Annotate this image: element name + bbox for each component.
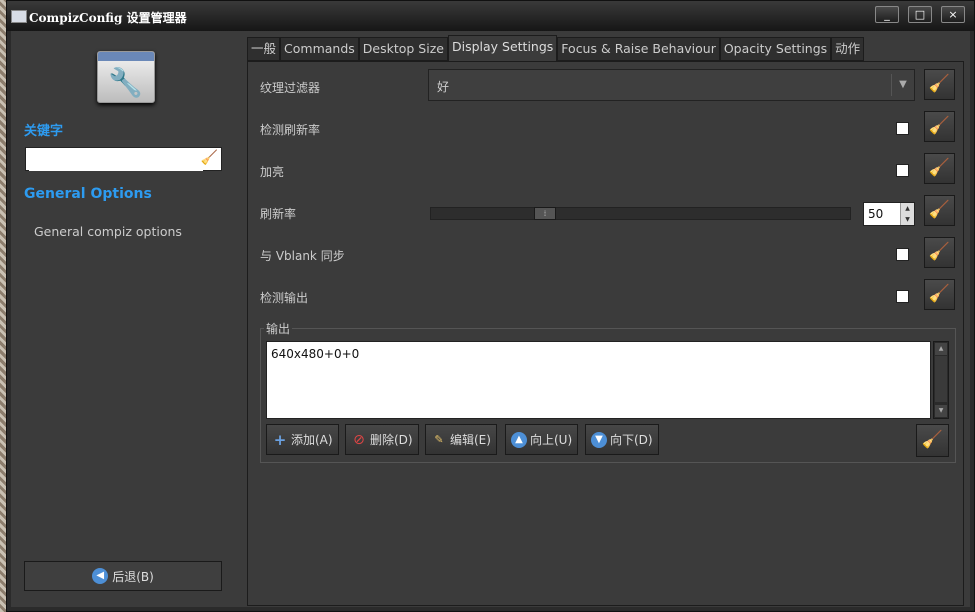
- move-down-button[interactable]: ▼ 向下(D): [585, 424, 659, 455]
- scrollbar-thumb[interactable]: [935, 356, 947, 402]
- app-icon: [11, 10, 27, 23]
- sync-vblank-label: 与 Vblank 同步: [260, 249, 345, 263]
- delete-label: 删除(D): [370, 433, 413, 447]
- back-label: 后退(B): [112, 569, 154, 584]
- texture-filter-select[interactable]: 好 ▼: [428, 69, 915, 101]
- keyword-label: 关键字: [24, 124, 64, 139]
- detect-refresh-label: 检测刷新率: [260, 123, 321, 137]
- move-up-button[interactable]: ▲ 向上(U): [505, 424, 579, 455]
- detect-outputs-checkbox[interactable]: [896, 290, 909, 303]
- no-entry-icon: ⊘: [353, 431, 365, 448]
- outputs-group: 640x480+0+0 ▲ ▼ + 添加(A) ⊘ 删除(D) ✎ 编辑(E) …: [260, 328, 956, 463]
- keyword-search-field[interactable]: 🧹: [25, 147, 222, 171]
- add-label: 添加(A): [291, 433, 333, 447]
- slider-handle[interactable]: ⁞: [534, 207, 556, 220]
- section-title: General Options: [24, 186, 152, 202]
- tab-display-settings[interactable]: Display Settings: [447, 35, 558, 61]
- refresh-rate-value: 50: [868, 207, 884, 221]
- minimize-button[interactable]: _: [875, 6, 899, 23]
- display-settings-panel: 纹理过滤器 好 ▼ 🧹 检测刷新率 🧹 加亮 🧹 刷新率 ⁞ 50 ▲ ▼ 🧹 与…: [247, 61, 964, 606]
- outputs-scrollbar[interactable]: ▲ ▼: [933, 341, 949, 419]
- tab-actions[interactable]: 动作: [831, 37, 865, 61]
- back-button[interactable]: ◀ 后退(B): [24, 561, 222, 591]
- ccsm-window: CompizConfig 设置管理器 _ □ × 🔧 关键字 🧹 General…: [6, 0, 975, 612]
- tab-opacity-settings[interactable]: Opacity Settings: [719, 37, 832, 61]
- arrow-up-icon: ▲: [511, 431, 527, 448]
- section-description: General compiz options: [34, 224, 182, 239]
- reset-lighting-broom-icon[interactable]: 🧹: [924, 153, 955, 184]
- reset-refresh-rate-broom-icon[interactable]: 🧹: [924, 195, 955, 226]
- client-area: 🔧 关键字 🧹 General Options General compiz o…: [11, 31, 970, 607]
- chevron-down-icon[interactable]: ▼: [891, 74, 914, 96]
- edit-icon: ✎: [434, 432, 444, 446]
- reset-detect-outputs-broom-icon[interactable]: 🧹: [924, 279, 955, 310]
- detect-outputs-label: 检测输出: [260, 291, 309, 305]
- plus-icon: +: [273, 430, 287, 449]
- clear-search-broom-icon[interactable]: 🧹: [201, 150, 218, 166]
- texture-filter-label: 纹理过滤器: [260, 81, 321, 95]
- lighting-checkbox[interactable]: [896, 164, 909, 177]
- delete-output-button[interactable]: ⊘ 删除(D): [345, 424, 419, 455]
- sync-vblank-checkbox[interactable]: [896, 248, 909, 261]
- list-item[interactable]: 640x480+0+0: [271, 347, 359, 361]
- up-label: 向上(U): [530, 433, 573, 447]
- back-arrow-icon: ◀: [92, 568, 109, 584]
- lighting-label: 加亮: [260, 165, 285, 179]
- tab-desktop-size[interactable]: Desktop Size: [358, 37, 448, 61]
- spin-arrows-icon[interactable]: ▲ ▼: [900, 203, 914, 225]
- edit-output-button[interactable]: ✎ 编辑(E): [425, 424, 497, 455]
- tab-general[interactable]: 一般: [247, 37, 281, 61]
- tab-commands[interactable]: Commands: [280, 37, 359, 61]
- refresh-rate-label: 刷新率: [260, 207, 297, 221]
- refresh-rate-spinbox[interactable]: 50 ▲ ▼: [863, 202, 915, 226]
- reset-texture-filter-broom-icon[interactable]: 🧹: [924, 69, 955, 100]
- sidebar: 🔧 关键字 🧹 General Options General compiz o…: [11, 31, 239, 607]
- maximize-button[interactable]: □: [908, 6, 932, 23]
- scroll-up-icon[interactable]: ▲: [935, 343, 947, 355]
- titlebar: CompizConfig 设置管理器 _ □ ×: [7, 1, 974, 31]
- reset-detect-refresh-broom-icon[interactable]: 🧹: [924, 111, 955, 142]
- reset-outputs-broom-icon[interactable]: 🧹: [916, 424, 949, 457]
- outputs-legend: 输出: [264, 320, 293, 337]
- scroll-down-icon[interactable]: ▼: [935, 405, 947, 417]
- tab-focus-raise[interactable]: Focus & Raise Behaviour: [557, 37, 720, 61]
- close-button[interactable]: ×: [941, 6, 965, 23]
- search-input[interactable]: [29, 149, 203, 171]
- settings-logo-icon: 🔧: [97, 51, 155, 103]
- outputs-list[interactable]: 640x480+0+0: [266, 341, 931, 419]
- refresh-rate-slider[interactable]: ⁞: [430, 207, 851, 220]
- tab-bar: 一般 Commands Desktop Size Display Setting…: [247, 35, 865, 61]
- arrow-down-icon: ▼: [591, 431, 607, 448]
- edit-label: 编辑(E): [450, 433, 491, 447]
- down-label: 向下(D): [610, 433, 653, 447]
- reset-sync-vblank-broom-icon[interactable]: 🧹: [924, 237, 955, 268]
- add-output-button[interactable]: + 添加(A): [266, 424, 339, 455]
- window-title: CompizConfig 设置管理器: [29, 11, 187, 25]
- texture-filter-value: 好: [437, 80, 450, 94]
- detect-refresh-checkbox[interactable]: [896, 122, 909, 135]
